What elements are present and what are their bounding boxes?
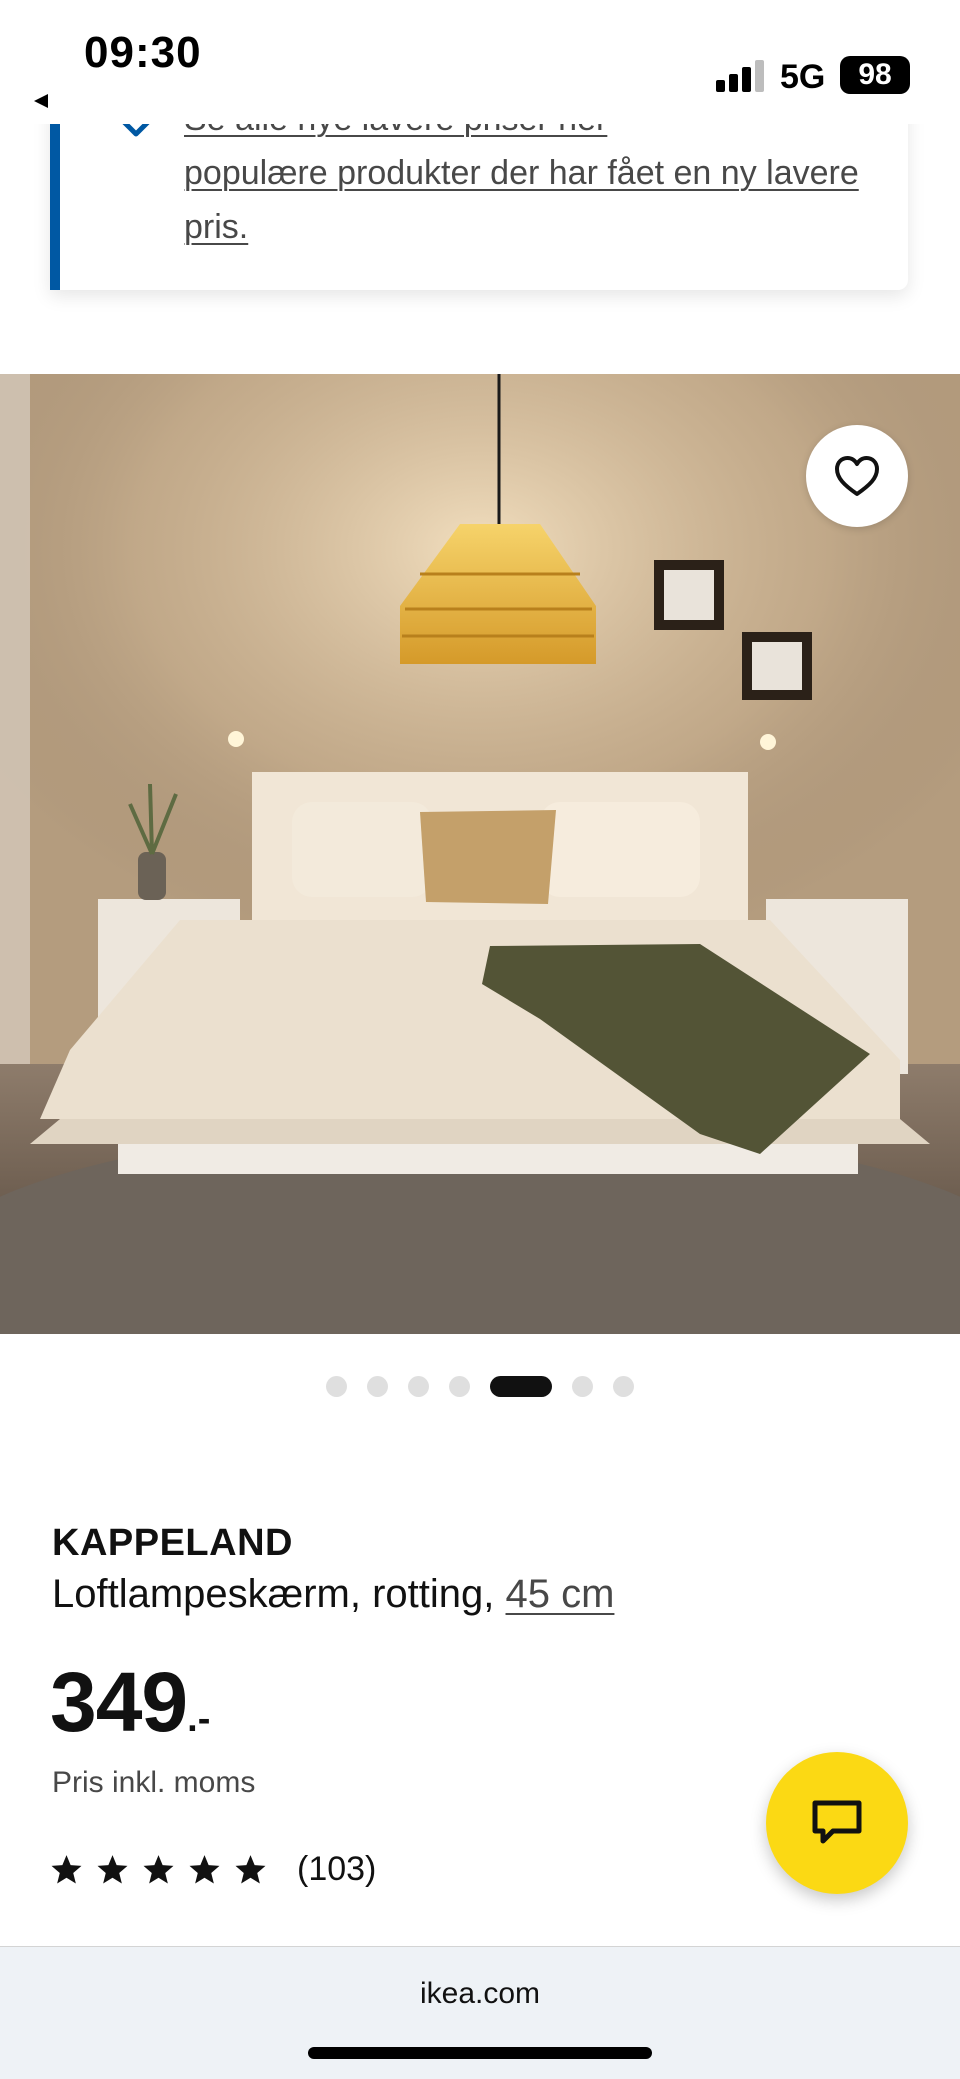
bedroom-scene-image [0, 374, 960, 1334]
carousel-dot-5-active[interactable] [490, 1375, 552, 1397]
status-time: 09:30 [84, 28, 202, 77]
chat-bubble-icon [812, 1800, 862, 1844]
review-count[interactable]: (103) [297, 1850, 376, 1889]
browser-url-bar[interactable]: ikea.com [0, 1946, 960, 2079]
network-type: 5G [780, 58, 826, 96]
carousel-dot-4[interactable] [449, 1375, 470, 1397]
image-carousel-dots [0, 1374, 960, 1398]
url-text[interactable]: ikea.com [0, 1977, 960, 2011]
carousel-dot-1[interactable] [326, 1375, 347, 1397]
status-bar: 09:30 5G 98 [0, 0, 960, 124]
cellular-signal-icon [716, 60, 764, 92]
carousel-dot-2[interactable] [367, 1375, 388, 1397]
rating-stars [50, 1853, 267, 1886]
price-suffix: .- [187, 1698, 211, 1740]
banner-visible-text: populære produkter der har fået en ny la… [184, 154, 859, 246]
product-name: KAPPELAND [52, 1522, 293, 1564]
battery-indicator: 98 [840, 56, 910, 94]
ikea-product-page: Se alle nye lavere priser her populære p… [0, 0, 960, 2079]
favorite-button[interactable] [806, 425, 908, 527]
star-filled-icon [235, 1854, 266, 1884]
product-price: 349.- [50, 1660, 210, 1744]
product-size-link[interactable]: 45 cm [506, 1572, 615, 1616]
back-to-app-icon[interactable] [32, 92, 50, 110]
chat-button[interactable] [766, 1752, 908, 1894]
product-rating[interactable]: (103) [50, 1844, 376, 1894]
star-filled-icon [189, 1854, 220, 1884]
home-indicator[interactable] [308, 2047, 652, 2059]
product-description-text: Loftlampeskærm, rotting, [52, 1572, 506, 1616]
heart-outline-icon [835, 456, 879, 496]
carousel-dot-7[interactable] [613, 1375, 634, 1397]
star-filled-icon [51, 1854, 82, 1884]
star-filled-icon [97, 1854, 128, 1884]
star-filled-icon [143, 1854, 174, 1884]
carousel-dot-6[interactable] [572, 1375, 593, 1397]
price-amount: 349 [50, 1655, 188, 1749]
product-description: Loftlampeskærm, rotting, 45 cm [52, 1572, 614, 1617]
price-vat-note: Pris inkl. moms [52, 1766, 256, 1799]
carousel-dot-3[interactable] [408, 1375, 429, 1397]
product-image[interactable] [0, 374, 960, 1334]
